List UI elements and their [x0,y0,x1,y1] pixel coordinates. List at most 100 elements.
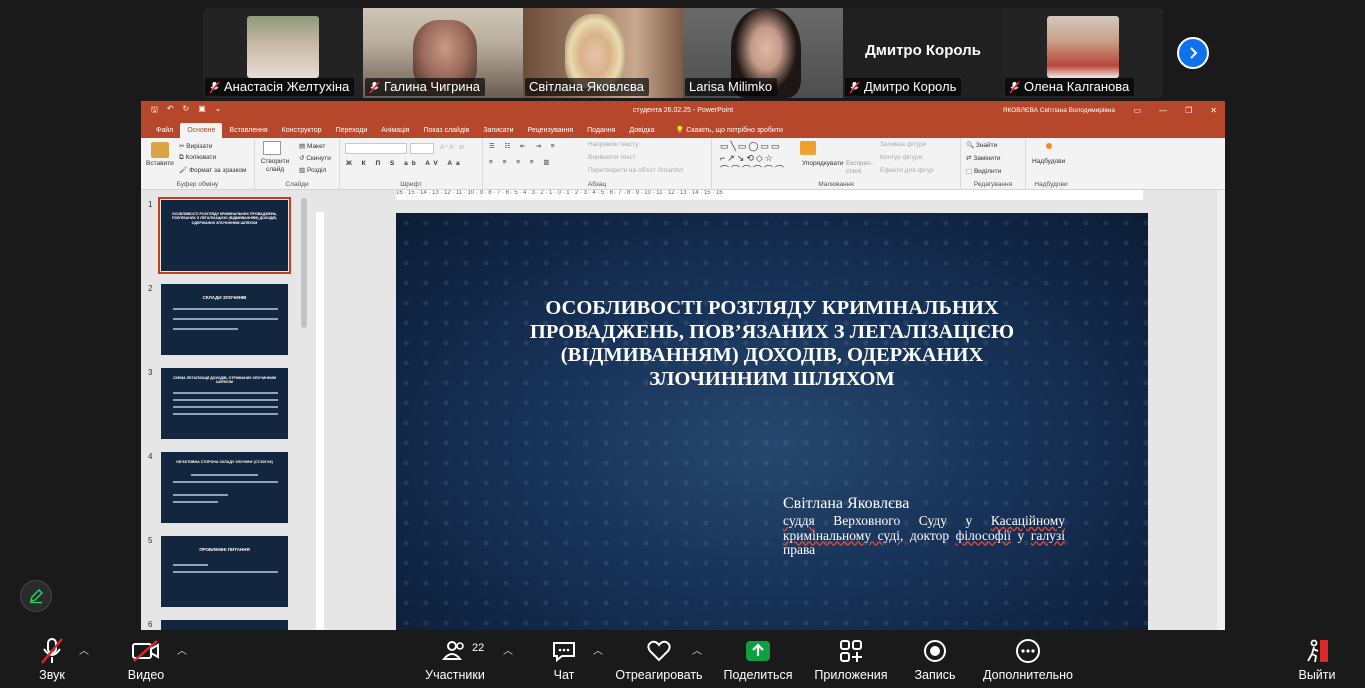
thumbnail-number: 6 [148,620,153,629]
participant-tile[interactable]: Дмитро Король Дмитро Король [843,8,1003,98]
account-name[interactable]: ЯКОВЛЄВА Світлана Володимирівна [1003,107,1115,114]
slide-thumbnail[interactable]: СКЛАДИ ЗЛОЧИНІВ [161,284,288,355]
slide-subtitle[interactable]: суддя Верховного Суду у Касаційному крим… [783,513,1065,558]
slide-thumbnail[interactable]: ОСОБЛИВОСТІ РОЗГЛЯДУ КРИМІНАЛЬНИХ ПРОВАД… [158,197,291,274]
thumbnail-number: 5 [148,536,153,545]
tab-slideshow[interactable]: Показ слайдів [416,127,476,138]
align-buttons[interactable]: ≡ ≡ ≡ ≡ ▥ [489,158,554,166]
participants-label: Участники [425,668,485,682]
thumbnail-title: СКЛАДИ ЗЛОЧИНІВ [202,295,247,300]
current-slide[interactable]: ОСОБЛИВОСТІ РОЗГЛЯДУ КРИМІНАЛЬНИХ ПРОВАД… [396,213,1148,630]
new-slide-icon[interactable] [263,141,281,155]
annotate-pencil-button[interactable] [20,580,52,612]
paste-icon[interactable] [151,142,169,158]
align-text-button[interactable]: Вирівняти текст [588,154,636,161]
subtitle-part: Верховного Суду у [814,513,991,528]
tab-home[interactable]: Основне [180,123,223,138]
slide-thumbnail[interactable]: ОБ'ЄКТИВНА СТОРОНА СКЛАДУ ЗЛОЧИНУ (СТ.20… [161,452,288,523]
font-size-controls[interactable]: A⁺ A⁻ ⊘ [440,143,464,151]
subtitle-part: філософії [955,527,1011,543]
font-family-select[interactable] [345,143,407,154]
minimize-icon[interactable]: — [1159,106,1167,115]
chevron-up-icon[interactable]: ︿ [177,642,187,657]
participant-tile[interactable]: Галина Чигрина [363,8,523,98]
slide-thumbnail[interactable]: СХЕМА ЛЕГАЛІЗАЦІЇ ДОХОДІВ, ОТРИМАНИХ ЗЛО… [161,368,288,439]
arrange-button[interactable]: Упорядкувати [802,160,843,167]
share-screen-icon [746,641,770,661]
participant-tile-active-speaker[interactable]: Світлана Яковлєва [523,8,683,98]
tab-design[interactable]: Конструктор [275,127,329,138]
next-page-button[interactable] [1177,37,1209,69]
paste-button[interactable]: Вставити [146,160,174,167]
arrange-icon[interactable] [800,141,816,155]
font-size-select[interactable] [410,143,434,154]
select-button[interactable]: ⬚ Виділити [966,167,1001,175]
share-screen-button[interactable]: Поделиться [720,630,796,688]
addins-icon[interactable] [1046,143,1052,149]
chevron-up-icon[interactable]: ︿ [79,642,89,657]
ribbon-home: Вставити ✂ Вирізати ⧉ Копіювати 🖌 Формат… [141,138,1225,190]
replace-button[interactable]: ⇄ Замінити [966,154,1001,162]
format-painter-button[interactable]: 🖌 Формат за зразком [179,166,246,174]
shape-outline-button[interactable]: Контур фігури [880,154,922,161]
new-slide-button[interactable]: Створити слайд [258,158,292,174]
record-icon [924,640,946,662]
ribbon-display-icon[interactable]: ▭ [1134,106,1142,115]
cut-button[interactable]: ✂ Вирізати [179,142,212,150]
maximize-icon[interactable]: ❐ [1185,106,1192,115]
participant-tile[interactable]: Larisa Milimko [683,8,843,98]
shape-effects-button[interactable]: Ефекти для фігур [880,167,934,174]
thumbnails-scrollbar[interactable] [301,198,307,328]
section-button[interactable]: ▥ Розділ [299,166,326,174]
quick-styles-button[interactable]: Експрес-стилі [846,160,876,176]
more-button[interactable]: Дополнительно [980,630,1076,688]
shape-fill-button[interactable]: Заливка фігури [880,141,926,148]
react-button[interactable]: Отреагировать [614,630,704,688]
participant-name: Анастасія Желтухіна [224,79,350,94]
find-button[interactable]: 🔍 Знайти [966,141,997,149]
video-button[interactable]: Видео [124,630,168,688]
slide-title[interactable]: ОСОБЛИВОСТІ РОЗГЛЯДУ КРИМІНАЛЬНИХ ПРОВАД… [506,297,1038,391]
smartart-button[interactable]: Перетворити на об'єкт SmartArt [588,167,683,174]
tell-me-search[interactable]: 💡 Скажіть, що потрібно зробити [662,126,790,138]
slide-background-pattern [396,213,1148,630]
participant-photo [247,16,319,78]
tab-help[interactable]: Довідка [622,127,661,138]
tab-animations[interactable]: Анімація [374,127,416,138]
font-style-buttons[interactable]: Ж К П S ab AV Aa [346,160,464,167]
editor-scrollbar[interactable] [1217,190,1225,630]
participant-tile[interactable]: Анастасія Желтухіна [203,8,363,98]
addins-button[interactable]: Надбудови [1032,158,1065,165]
chevron-up-icon[interactable]: ︿ [503,642,513,657]
record-button[interactable]: Запись [912,630,958,688]
thumbnail-text-line [173,501,218,503]
slide-author[interactable]: Світлана Яковлєва [783,495,909,513]
tab-review[interactable]: Рецензування [521,127,581,138]
ribbon-group-font: A⁺ A⁻ ⊘ Ж К П S ab AV Aa Шрифт [340,138,483,190]
copy-label: Копіювати [185,154,217,161]
audio-button[interactable]: Звук [30,630,74,688]
slide-thumbnail[interactable]: ПРОБЛЕМНІ ПИТАННЯ [161,536,288,607]
audio-label: Звук [39,668,65,682]
tab-insert[interactable]: Вставлення [222,127,274,138]
participants-button[interactable]: Участники [422,630,488,688]
reset-button[interactable]: ↺ Скинути [299,154,331,162]
tab-transitions[interactable]: Переходи [329,127,375,138]
thumbnail-number: 2 [148,284,153,293]
chevron-up-icon[interactable]: ︿ [593,642,603,657]
chat-button[interactable]: Чат [546,630,582,688]
apps-button[interactable]: Приложения [812,630,890,688]
list-buttons[interactable]: ☰ ☷ ⇤ ⇥ ≡ [489,142,559,150]
text-direction-button[interactable]: Напрямок тексту [588,141,639,148]
leave-button[interactable]: Выйти [1296,630,1338,688]
tab-record[interactable]: Записати [476,127,520,138]
tab-file[interactable]: Файл [149,127,180,138]
chevron-up-icon[interactable]: ︿ [692,642,702,657]
layout-button[interactable]: ▤ Макет [299,142,325,150]
slide-thumbnail[interactable] [161,620,288,630]
participant-tile[interactable]: Олена Калганова [1003,8,1163,98]
tab-view[interactable]: Подання [580,127,622,138]
close-icon[interactable]: ✕ [1210,106,1217,115]
copy-button[interactable]: ⧉ Копіювати [179,154,216,162]
shapes-gallery[interactable]: ▭╲▭◯▭▭ ⌐↗↘⟲◇☆ ⌒⌒⌒⌒⌒⌒ [720,140,786,176]
